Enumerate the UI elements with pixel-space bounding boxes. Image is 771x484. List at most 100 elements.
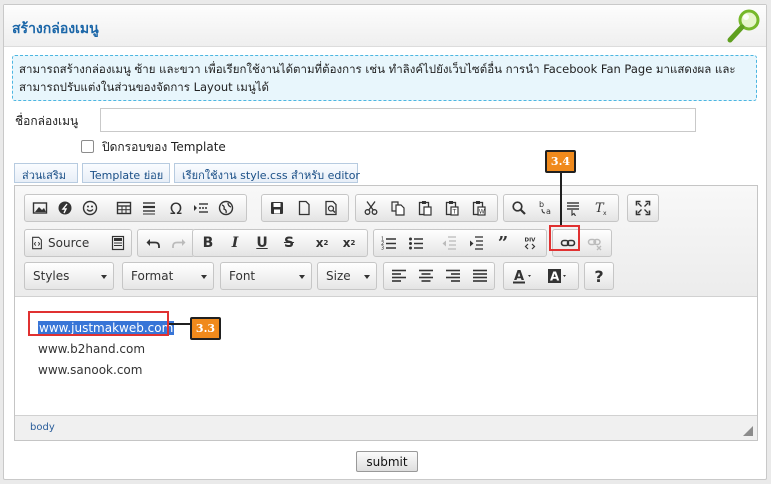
size-label: Size	[326, 269, 351, 283]
select-all-icon[interactable]	[562, 197, 584, 219]
templates-icon[interactable]	[107, 232, 129, 254]
bold-icon[interactable]: B	[197, 232, 219, 254]
callout-connector	[169, 323, 191, 325]
bullet-list-icon[interactable]	[405, 232, 427, 254]
replace-icon[interactable]: ba	[535, 197, 557, 219]
svg-text:b: b	[539, 200, 544, 209]
tab-editor-style[interactable]: เรียกใช้งาน style.css สำหรับ editor	[174, 163, 360, 183]
source-icon	[32, 236, 42, 250]
element-path[interactable]: body	[30, 422, 55, 433]
text-color-icon[interactable]: A	[509, 265, 539, 287]
indent-icon[interactable]	[465, 232, 487, 254]
format-select[interactable]: Format	[122, 262, 214, 290]
unlink-icon[interactable]	[584, 232, 606, 254]
style-group: B I U S x2 x2	[192, 229, 368, 257]
redo-icon[interactable]	[168, 232, 190, 254]
svg-text:x: x	[603, 210, 607, 216]
callout-badge-selection: 3.3	[190, 317, 221, 340]
svg-text:W: W	[479, 209, 485, 216]
bg-color-icon[interactable]: A	[544, 265, 574, 287]
source-label: Source	[48, 236, 90, 250]
superscript-icon[interactable]: x2	[338, 232, 360, 254]
copy-icon[interactable]	[387, 197, 409, 219]
color-group: A A	[503, 262, 579, 290]
help-button[interactable]: ?	[588, 265, 610, 287]
image-icon[interactable]	[29, 197, 51, 219]
paste-icon[interactable]	[414, 197, 436, 219]
outdent-icon[interactable]	[438, 232, 460, 254]
align-right-icon[interactable]	[442, 265, 464, 287]
size-select[interactable]: Size	[317, 262, 377, 290]
editor-statusbar: body	[15, 416, 757, 440]
iframe-globe-icon[interactable]	[215, 197, 237, 219]
find-icon[interactable]	[508, 197, 530, 219]
maximize-icon[interactable]	[632, 197, 654, 219]
source-group: Source	[24, 229, 132, 257]
content-line-2[interactable]: www.b2hand.com	[38, 342, 145, 356]
insert-group-2: Ω	[163, 194, 247, 222]
insert-group	[24, 194, 166, 222]
undo-group	[137, 229, 195, 257]
font-select[interactable]: Font	[220, 262, 312, 290]
subscript-icon[interactable]: x2	[311, 232, 333, 254]
content-line-3[interactable]: www.sanook.com	[38, 363, 142, 377]
align-left-icon[interactable]	[388, 265, 410, 287]
page-title: สร้างกล่องเมนู	[12, 21, 99, 37]
submit-button[interactable]: submit	[356, 451, 418, 472]
numbered-list-icon[interactable]: 123	[378, 232, 400, 254]
styles-select[interactable]: Styles	[24, 262, 114, 290]
preview-icon[interactable]	[320, 197, 342, 219]
paste-text-icon[interactable]: T	[441, 197, 463, 219]
menu-name-label: ชื่อกล่องเมนู	[15, 114, 79, 128]
italic-icon[interactable]: I	[224, 232, 246, 254]
source-button[interactable]: Source	[30, 232, 102, 254]
maximize-group	[627, 194, 659, 222]
page-break-icon[interactable]	[190, 197, 212, 219]
panel-header: สร้างกล่องเมนู	[4, 5, 766, 47]
magnifier-icon	[727, 9, 760, 43]
new-page-icon[interactable]	[293, 197, 315, 219]
svg-text:DIV: DIV	[525, 238, 537, 244]
cut-icon[interactable]	[360, 197, 382, 219]
div-container-icon[interactable]: DIV	[519, 232, 541, 254]
callout-badge-link: 3.4	[545, 150, 576, 173]
horizontal-line-icon[interactable]	[138, 197, 160, 219]
hide-template-checkbox[interactable]	[81, 140, 94, 153]
undo-icon[interactable]	[142, 232, 164, 254]
resize-handle-icon[interactable]	[743, 426, 753, 436]
special-char-icon[interactable]: Ω	[165, 197, 187, 219]
selection-highlight-box	[28, 311, 169, 336]
paste-word-icon[interactable]: W	[468, 197, 490, 219]
styles-label: Styles	[33, 269, 70, 283]
clipboard-group: T W	[355, 194, 498, 222]
align-group	[383, 262, 495, 290]
underline-icon[interactable]: U	[251, 232, 273, 254]
save-icon[interactable]	[266, 197, 288, 219]
svg-text:T: T	[452, 209, 457, 216]
info-box: สามารถสร้างกล่องเมนู ซ้าย และขวา เพื่อเร…	[12, 55, 757, 101]
svg-text:3: 3	[381, 246, 384, 252]
editor-toolbar: Ω T W b a T x Source B I U S x 2 x 2 1 2…	[15, 186, 757, 297]
font-label: Font	[229, 269, 256, 283]
format-label: Format	[131, 269, 174, 283]
flash-icon[interactable]	[54, 197, 76, 219]
blockquote-icon[interactable]: ”	[492, 232, 514, 254]
strike-icon[interactable]: S	[278, 232, 300, 254]
link-button-highlight-box	[549, 225, 580, 251]
tab-addons[interactable]: ส่วนเสริม	[14, 163, 78, 183]
create-menu-panel: สร้างกล่องเมนู สามารถสร้างกล่องเมนู ซ้าย…	[3, 4, 767, 480]
hide-template-label: ปิดกรอบของ Template	[102, 140, 226, 154]
justify-icon[interactable]	[469, 265, 491, 287]
tab-sub-template[interactable]: Template ย่อย	[82, 163, 170, 183]
svg-text:A: A	[550, 270, 560, 284]
document-group	[261, 194, 349, 222]
remove-format-icon[interactable]: Tx	[590, 197, 612, 219]
align-center-icon[interactable]	[415, 265, 437, 287]
list-group: 123 ” DIV	[373, 229, 547, 257]
help-group: ?	[584, 262, 614, 290]
callout-connector-link	[560, 173, 562, 227]
table-icon[interactable]	[113, 197, 135, 219]
smiley-icon[interactable]	[79, 197, 101, 219]
svg-text:a: a	[546, 207, 551, 216]
menu-name-input[interactable]	[100, 108, 696, 132]
